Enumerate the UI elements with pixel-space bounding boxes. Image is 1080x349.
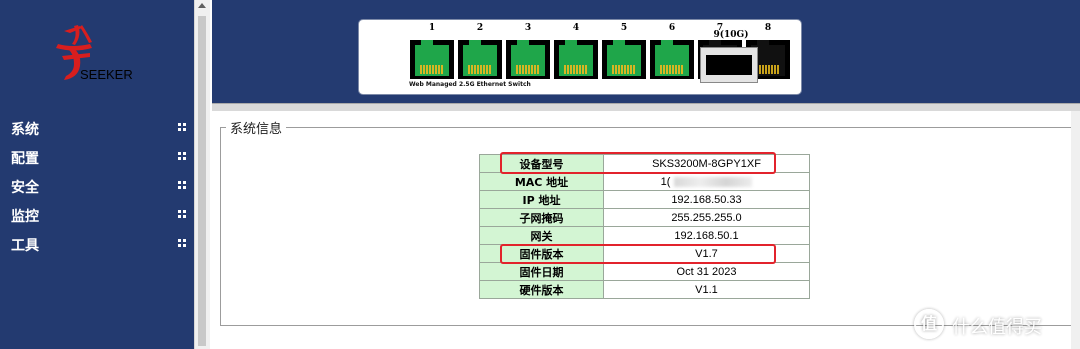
row-value: 192.168.50.33 xyxy=(603,190,810,209)
mac-value: 1( xyxy=(660,175,671,188)
watermark-text: 什么值得买 xyxy=(952,317,1042,338)
nav-item-monitor[interactable]: 监控 xyxy=(0,201,194,230)
banner-divider xyxy=(212,103,1080,111)
nav-item-label: 监控 xyxy=(11,209,39,225)
port-number: 4 xyxy=(572,23,580,33)
nav-item-label: 安全 xyxy=(11,180,39,196)
table-row: 硬件版本 V1.1 xyxy=(479,280,810,299)
table-row: IP 地址 192.168.50.33 xyxy=(479,190,810,209)
row-key: 子网掩码 xyxy=(479,208,604,227)
port-number: 2 xyxy=(476,23,484,33)
port-2-icon[interactable] xyxy=(458,40,502,79)
scroll-up-icon[interactable] xyxy=(198,3,206,8)
row-key: 硬件版本 xyxy=(479,280,604,299)
redaction-blur xyxy=(674,176,753,187)
nav-item-label: 配置 xyxy=(11,151,39,167)
sfp-port-label: 9(10G) xyxy=(713,30,749,40)
port-number: 1 xyxy=(428,23,436,33)
port-1-icon[interactable] xyxy=(410,40,454,79)
expand-icon xyxy=(178,152,186,160)
header-banner: 1 2 3 4 5 6 7 8 Web Managed 2.5G Etherne… xyxy=(212,0,1080,103)
svg-text:SEEKER: SEEKER xyxy=(80,67,133,82)
table-row: 固件日期 Oct 31 2023 xyxy=(479,262,810,281)
model-highlight-box xyxy=(500,152,776,174)
sidebar: SEEKER 系统 配置 安全 监控 工具 xyxy=(0,0,194,349)
nav-item-tools[interactable]: 工具 xyxy=(0,230,194,259)
nav-item-system[interactable]: 系统 xyxy=(0,114,194,143)
watermark-badge: 值 xyxy=(914,309,944,339)
nav-item-label: 工具 xyxy=(11,238,39,254)
expand-icon xyxy=(178,210,186,218)
table-row: 网关 192.168.50.1 xyxy=(479,226,810,245)
nav-item-security[interactable]: 安全 xyxy=(0,172,194,201)
system-info-legend: 系统信息 xyxy=(226,118,287,137)
row-value: 192.168.50.1 xyxy=(603,226,810,245)
row-value: 255.255.255.0 xyxy=(603,208,810,227)
port-number: 3 xyxy=(524,23,532,33)
expand-icon xyxy=(178,239,186,247)
row-key: 固件日期 xyxy=(479,262,604,281)
row-value-redacted: 1( xyxy=(603,172,810,191)
table-row: 子网掩码 255.255.255.0 xyxy=(479,208,810,227)
sidebar-scrollbar[interactable] xyxy=(194,0,210,349)
system-info-table: 设备型号 SKS3200M-8GPY1XF MAC 地址 1( IP 地址 192.1… xyxy=(479,154,810,299)
port-4-icon[interactable] xyxy=(554,40,598,79)
seeker-logo: SEEKER xyxy=(56,25,133,82)
panel-caption: Web Managed 2.5G Ethernet Switch xyxy=(409,81,531,88)
sfp-port-icon[interactable] xyxy=(700,47,758,83)
expand-icon xyxy=(178,181,186,189)
row-value: V1.1 xyxy=(603,280,810,299)
scrollbar-thumb[interactable] xyxy=(198,16,206,346)
expand-icon xyxy=(178,123,186,131)
nav-item-label: 系统 xyxy=(11,122,39,138)
row-key: MAC 地址 xyxy=(479,172,604,191)
row-key: IP 地址 xyxy=(479,190,604,209)
sfp-panel: 9(10G) xyxy=(687,19,775,95)
table-row: MAC 地址 1( xyxy=(479,172,810,191)
row-value: Oct 31 2023 xyxy=(603,262,810,281)
firmware-highlight-box xyxy=(500,244,776,264)
port-3-icon[interactable] xyxy=(506,40,550,79)
port-number: 5 xyxy=(620,23,628,33)
row-key: 网关 xyxy=(479,226,604,245)
port-5-icon[interactable] xyxy=(602,40,646,79)
nav-item-config[interactable]: 配置 xyxy=(0,143,194,172)
watermark: 值 什么值得买 xyxy=(914,307,1074,343)
